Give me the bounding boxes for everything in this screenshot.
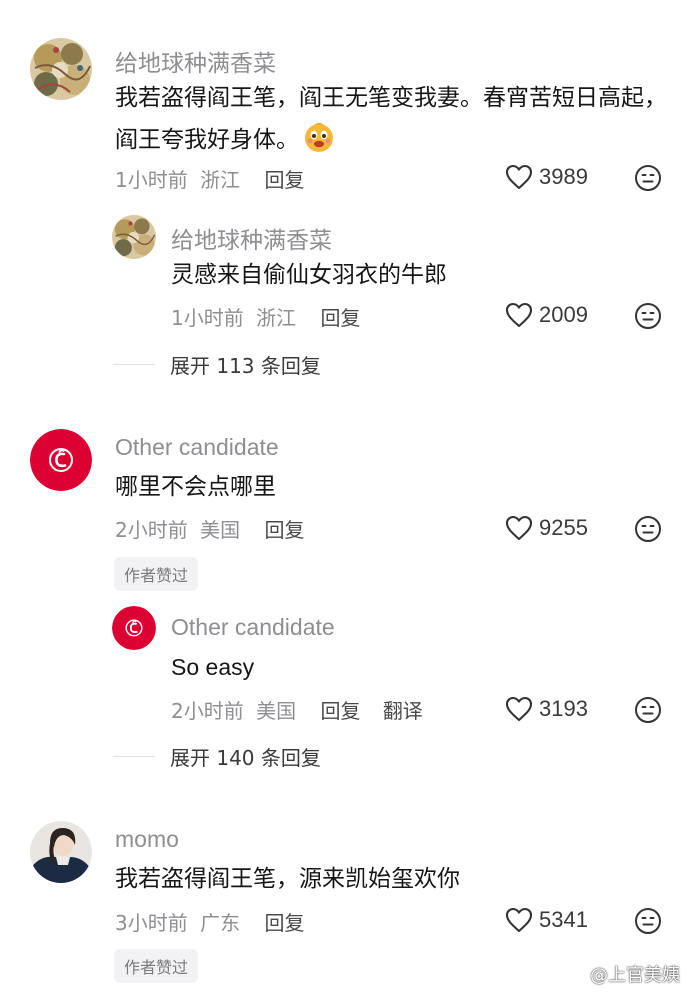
reply-content: So easy [171, 654, 255, 680]
comment-text: 我若盗得阎王笔，阎王无笔变我妻。春宵苦短日高起，阎王夸我好身体。 [115, 85, 667, 153]
comment-content: 我若盗得阎王笔，阎王无笔变我妻。春宵苦短日高起，阎王夸我好身体。 [115, 77, 670, 167]
expand-replies-label: 展开 113 条回复 [170, 354, 321, 378]
like-button[interactable]: 9255 [505, 515, 588, 541]
grinning-face-emoji [303, 121, 335, 167]
like-count: 3989 [539, 164, 588, 189]
reply-time: 1小时前 [171, 306, 244, 330]
reply-button[interactable]: 回复 [264, 164, 304, 193]
avatar[interactable] [30, 429, 92, 491]
watermark: @上官美姨 [565, 961, 680, 987]
comment-meta: 2小时前 美国 回复 [115, 514, 304, 543]
comment-username[interactable]: momo [115, 826, 179, 853]
avatar[interactable] [30, 821, 92, 883]
chick-fil-a-logo [112, 606, 156, 650]
weibo-logo-icon [565, 966, 586, 983]
comment-time: 1小时前 [115, 168, 188, 192]
translate-button[interactable]: 翻译 [383, 695, 423, 724]
heart-outline-icon [505, 696, 533, 722]
like-button[interactable]: 3193 [505, 696, 588, 722]
neutral-face-icon [635, 516, 661, 542]
reply-username[interactable]: 给地球种满香菜 [171, 221, 332, 255]
comment-username[interactable]: 给地球种满香菜 [115, 44, 276, 78]
reply-avatar[interactable] [112, 215, 156, 259]
comment-meta: 3小时前 广东 回复 [115, 907, 304, 936]
like-button[interactable]: 5341 [505, 907, 588, 933]
dislike-button[interactable] [634, 515, 662, 547]
heart-outline-icon [505, 302, 533, 328]
comment-time: 2小时前 [115, 518, 188, 542]
dislike-button[interactable] [634, 302, 662, 334]
neutral-face-icon [635, 908, 661, 934]
reply-username[interactable]: Other candidate [171, 614, 335, 641]
comment-location: 广东 [200, 911, 241, 935]
heart-outline-icon [505, 164, 533, 190]
reply-button[interactable]: 回复 [320, 302, 360, 331]
like-count: 9255 [539, 515, 588, 540]
reply-button[interactable]: 回复 [320, 695, 360, 724]
reply-meta: 2小时前 美国 回复 翻译 [171, 695, 423, 724]
reply-content: 灵感来自偷仙女羽衣的牛郎 [171, 262, 447, 288]
like-count: 5341 [539, 907, 588, 932]
neutral-face-icon [635, 165, 661, 191]
expand-replies-label: 展开 140 条回复 [170, 746, 321, 770]
comment-time: 3小时前 [115, 911, 188, 935]
comment-location: 美国 [200, 518, 241, 542]
dislike-button[interactable] [634, 907, 662, 939]
chick-fil-a-logo [30, 429, 92, 491]
watermark-text: @上官美姨 [590, 965, 680, 986]
reply-location: 美国 [256, 699, 297, 723]
dislike-button[interactable] [634, 696, 662, 728]
like-count: 2009 [539, 302, 588, 327]
comment-content: 我若盗得阎王笔，源来凯始玺欢你 [115, 866, 460, 892]
like-count: 3193 [539, 696, 588, 721]
heart-outline-icon [505, 515, 533, 541]
like-button[interactable]: 3989 [505, 164, 588, 190]
like-button[interactable]: 2009 [505, 302, 588, 328]
expand-divider [113, 756, 155, 757]
reply-avatar[interactable] [112, 606, 156, 650]
expand-replies-button[interactable]: 展开 113 条回复 [113, 350, 321, 379]
reply-location: 浙江 [256, 306, 297, 330]
reply-meta: 1小时前 浙江 回复 [171, 302, 360, 331]
author-liked-badge: 作者赞过 [114, 557, 199, 591]
neutral-face-icon [635, 697, 661, 723]
comment-location: 浙江 [200, 168, 241, 192]
dislike-button[interactable] [634, 164, 662, 196]
avatar[interactable] [30, 38, 92, 100]
comment-username[interactable]: Other candidate [115, 434, 279, 461]
comment-content: 哪里不会点哪里 [115, 474, 276, 500]
author-liked-badge: 作者赞过 [114, 949, 199, 983]
heart-outline-icon [505, 907, 533, 933]
expand-divider [113, 364, 155, 365]
comment-meta: 1小时前 浙江 回复 [115, 164, 304, 193]
reply-button[interactable]: 回复 [264, 514, 304, 543]
reply-time: 2小时前 [171, 699, 244, 723]
reply-button[interactable]: 回复 [264, 907, 304, 936]
expand-replies-button[interactable]: 展开 140 条回复 [113, 742, 321, 771]
neutral-face-icon [635, 303, 661, 329]
